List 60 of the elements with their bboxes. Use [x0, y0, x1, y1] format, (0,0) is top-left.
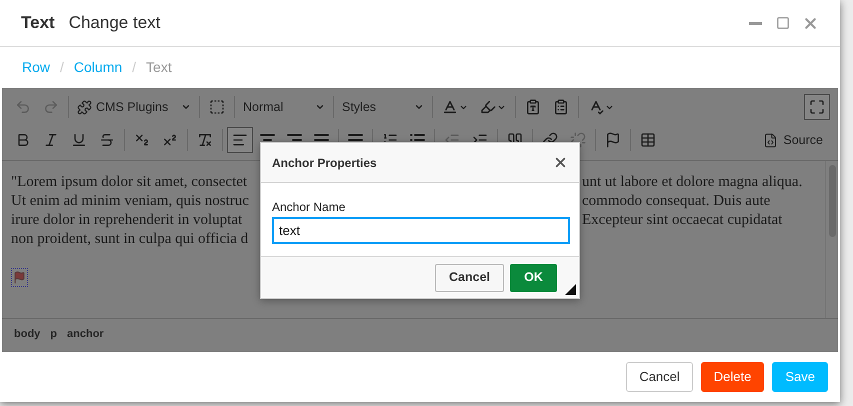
dialog-button[interactable]: OK	[510, 264, 557, 292]
table-icon	[640, 132, 656, 148]
show-blocks-icon	[209, 99, 225, 115]
element-path-link[interactable]: body	[14, 326, 40, 342]
source-button[interactable]: Source	[756, 127, 830, 153]
toolbar-dropdown[interactable]: Styles	[338, 95, 428, 119]
remove-format-icon	[197, 132, 213, 148]
breadcrumb-separator: /	[132, 58, 136, 77]
superscript-icon	[162, 132, 178, 148]
anchor-marker-icon	[11, 268, 28, 287]
align-left-icon	[232, 132, 248, 148]
maximize-button[interactable]	[776, 16, 790, 30]
caret-icon	[315, 102, 325, 112]
breadcrumb-link[interactable]: Row	[22, 57, 50, 78]
footer-button[interactable]: Delete	[700, 362, 764, 392]
paragraph-text: non proident, sunt in culpa qui officia d	[11, 230, 250, 249]
paragraph-text: "Lorem ipsum dolor sit amet, consectet	[11, 173, 248, 192]
element-path-link[interactable]: anchor	[67, 326, 104, 342]
flag-icon	[605, 132, 621, 148]
paragraph-text: irure dolor in reprehenderit in voluptat	[11, 211, 244, 230]
paste-word-icon	[553, 99, 569, 115]
paste-text-icon	[525, 99, 541, 115]
subscript-icon	[134, 132, 150, 148]
anchor-name-input[interactable]: text	[272, 217, 570, 244]
toolbar-dropdown[interactable]: Normal	[239, 95, 329, 119]
paragraph-text: unt ut labore et dolore magna aliqua.	[582, 173, 802, 192]
paragraph-text: commodo consequat. Duis aute	[582, 192, 770, 211]
italic-icon	[43, 132, 59, 148]
resize-handle-icon	[565, 284, 576, 295]
strikethrough-icon	[99, 132, 115, 148]
caret-icon	[181, 102, 191, 112]
breadcrumb-link[interactable]: Column	[74, 57, 122, 78]
maximize-icon	[776, 16, 790, 30]
caret-icon	[414, 102, 424, 112]
minimize-icon	[749, 22, 762, 24]
text-color-icon	[442, 99, 458, 115]
window-title: Text	[21, 12, 55, 34]
toolbar-dropdown[interactable]: CMS Plugins	[73, 95, 195, 119]
source-icon	[763, 132, 778, 148]
breadcrumb-separator: /	[60, 58, 64, 77]
close-icon	[553, 155, 568, 170]
dialog-button[interactable]: Cancel	[435, 264, 504, 292]
paragraph-text: Excepteur sint occaecat cupidatat	[582, 211, 782, 230]
puzzle-icon	[77, 100, 92, 114]
breadcrumb-current: Text	[146, 58, 172, 77]
highlighter-icon	[480, 99, 496, 115]
maximize-icon	[809, 99, 825, 115]
footer-button[interactable]: Cancel	[626, 362, 693, 392]
window-subtitle: Change text	[68, 12, 160, 34]
underline-icon	[71, 132, 87, 148]
footer-button[interactable]: Save	[772, 362, 828, 392]
minimize-button[interactable]	[749, 22, 762, 24]
redo-icon	[43, 99, 59, 115]
paragraph-text: Ut enim ad minim veniam, quis nostruc	[11, 192, 250, 211]
element-path-link[interactable]: p	[50, 326, 58, 342]
dialog-title: Anchor Properties	[272, 154, 377, 172]
field-label: Anchor Name	[272, 200, 346, 215]
unlink-icon	[570, 132, 586, 148]
close-button[interactable]	[553, 155, 568, 170]
undo-icon	[15, 99, 31, 115]
